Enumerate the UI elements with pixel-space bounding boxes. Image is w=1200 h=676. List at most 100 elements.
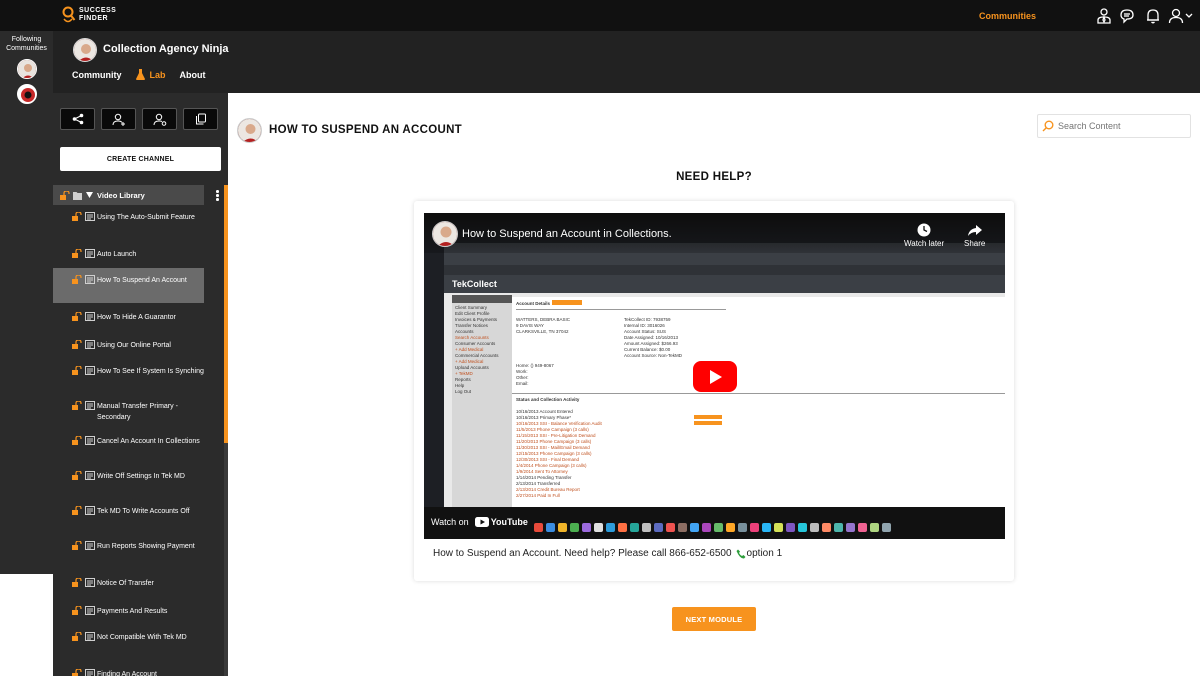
- youtube-channel-avatar[interactable]: [432, 221, 458, 247]
- communities-link[interactable]: Communities: [979, 11, 1036, 21]
- watch-on-label: Watch on: [431, 517, 469, 527]
- search-box[interactable]: [1037, 114, 1191, 138]
- unlock-icon: [72, 541, 82, 550]
- video-file-icon: [85, 401, 95, 410]
- sidebar-video-item[interactable]: How To Suspend An Account: [53, 268, 204, 303]
- video-caption: How to Suspend an Account. Need help? Pl…: [433, 548, 782, 559]
- add-user-icon: [112, 113, 125, 126]
- user-settings-icon: [153, 113, 166, 126]
- video-card: TekCollect Client Summary Edit Client Pro…: [414, 201, 1014, 581]
- library-menu-icon[interactable]: [216, 190, 219, 202]
- user-menu-icon[interactable]: [1168, 7, 1194, 25]
- youtube-wordmark: YouTube: [490, 517, 528, 527]
- sidebar-video-item[interactable]: Using The Auto-Submit Feature: [53, 205, 204, 240]
- community-avatar[interactable]: [73, 38, 97, 62]
- community-avatar-secondary[interactable]: [16, 84, 37, 104]
- sidebar-video-item[interactable]: Auto Launch: [53, 240, 204, 268]
- dock-app-icon: [630, 523, 639, 532]
- sidebar-video-item[interactable]: Not Compatible With Tek MD: [53, 625, 204, 660]
- youtube-video-title[interactable]: How to Suspend an Account in Collections…: [462, 228, 672, 240]
- video-library-header[interactable]: Video Library: [53, 185, 204, 205]
- dock-app-icon: [690, 523, 699, 532]
- sidebar-video-item[interactable]: Run Reports Showing Payment: [53, 534, 204, 569]
- next-module-button[interactable]: NEXT MODULE: [672, 607, 756, 631]
- watch-later-button[interactable]: Watch later: [904, 223, 944, 248]
- share-icon: [72, 113, 83, 125]
- dock-app-icon: [678, 523, 687, 532]
- sidebar-video-item[interactable]: Using Our Online Portal: [53, 331, 204, 359]
- youtube-logo-icon: [474, 517, 489, 527]
- sidebar-video-item[interactable]: Manual Transfer Primary - Secondary: [53, 394, 204, 429]
- sidebar-video-item-label: How To See If System Is Synching: [97, 368, 204, 375]
- watch-on-youtube-link[interactable]: Watch on YouTube: [431, 517, 528, 527]
- sidebar-video-item[interactable]: How To Hide A Guarantor: [53, 303, 204, 331]
- sidebar-video-item-label: How To Hide A Guarantor: [97, 314, 176, 321]
- unlock-icon: [72, 401, 82, 410]
- unlock-icon: [60, 190, 70, 200]
- dock-app-icon: [534, 523, 543, 532]
- unlock-icon: [72, 366, 82, 375]
- logo-magnifier-icon: [62, 5, 76, 25]
- sidebar-video-item-label: Not Compatible With Tek MD: [97, 634, 187, 641]
- dock-app-icon: [570, 523, 579, 532]
- caption-option: option 1: [746, 548, 783, 559]
- channel-author-avatar: [237, 118, 262, 143]
- tab-community[interactable]: Community: [72, 69, 122, 80]
- sidebar-video-item-label: Tek MD To Write Accounts Off: [97, 508, 190, 515]
- bell-icon[interactable]: [1144, 7, 1162, 25]
- share-label: Share: [964, 239, 986, 248]
- sidebar-video-item-label: Notice Of Transfer: [97, 580, 154, 587]
- video-file-icon: [85, 606, 95, 615]
- account-info-line: Account Source: Non-TekMD: [624, 353, 683, 358]
- copy-icon: [195, 113, 206, 125]
- unlock-icon: [72, 249, 82, 258]
- add-user-button[interactable]: [101, 108, 136, 130]
- video-file-icon: [85, 275, 95, 284]
- sidebar-action-row: [60, 108, 218, 130]
- dock-app-icon: [810, 523, 819, 532]
- sidebar-video-item-label: Finding An Account: [97, 671, 157, 676]
- community-avatar-ninja[interactable]: [16, 59, 37, 79]
- unlock-icon: [72, 340, 82, 349]
- unlock-icon: [72, 606, 82, 615]
- dock-app-icon: [594, 523, 603, 532]
- success-finder-logo[interactable]: SUCCESS FINDER: [62, 5, 116, 25]
- dock-app-icon: [798, 523, 807, 532]
- share-video-button[interactable]: Share: [964, 225, 986, 248]
- caption-text: How to Suspend an Account. Need help? Pl…: [433, 548, 732, 559]
- sidebar-video-item-label: Manual Transfer Primary - Secondary: [97, 403, 178, 421]
- tab-about[interactable]: About: [180, 69, 206, 80]
- copy-button[interactable]: [183, 108, 218, 130]
- user-tie-icon[interactable]: [1095, 7, 1113, 25]
- sidebar-video-item[interactable]: Tek MD To Write Accounts Off: [53, 499, 204, 534]
- user-settings-button[interactable]: [142, 108, 177, 130]
- community-title: Collection Agency Ninja: [103, 43, 229, 55]
- dock-app-icon: [882, 523, 891, 532]
- dock-app-icon: [762, 523, 771, 532]
- mac-dock: [534, 523, 994, 535]
- youtube-embed[interactable]: TekCollect Client Summary Edit Client Pro…: [424, 213, 1005, 539]
- sidebar-video-item[interactable]: Cancel An Account In Collections: [53, 429, 204, 464]
- dock-app-icon: [750, 523, 759, 532]
- need-help-heading: NEED HELP?: [676, 171, 752, 183]
- play-button[interactable]: [693, 361, 737, 392]
- sidebar-video-item[interactable]: How To See If System Is Synching: [53, 359, 204, 394]
- sidebar-video-item[interactable]: Payments And Results: [53, 597, 204, 625]
- video-file-icon: [85, 541, 95, 550]
- sidebar-video-item[interactable]: Notice Of Transfer: [53, 569, 204, 597]
- dock-app-icon: [618, 523, 627, 532]
- flask-icon: [135, 69, 145, 80]
- video-file-icon: [85, 471, 95, 480]
- video-file-icon: [85, 366, 95, 375]
- sidebar-video-item[interactable]: Write Off Settings In Tek MD: [53, 464, 204, 499]
- dock-app-icon: [726, 523, 735, 532]
- share-button[interactable]: [60, 108, 95, 130]
- sidebar-video-item[interactable]: Finding An Account: [53, 660, 204, 676]
- search-input[interactable]: [1058, 121, 1178, 131]
- create-channel-button[interactable]: CREATE CHANNEL: [60, 147, 221, 171]
- sidebar-scrollbar-thumb[interactable]: [224, 185, 228, 443]
- tekcollect-logo: TekCollect: [452, 279, 497, 289]
- chat-bubbles-icon[interactable]: [1119, 7, 1137, 25]
- activity-line: 2/27/2014 Paid In Full: [516, 493, 560, 498]
- tab-lab[interactable]: Lab: [135, 69, 166, 80]
